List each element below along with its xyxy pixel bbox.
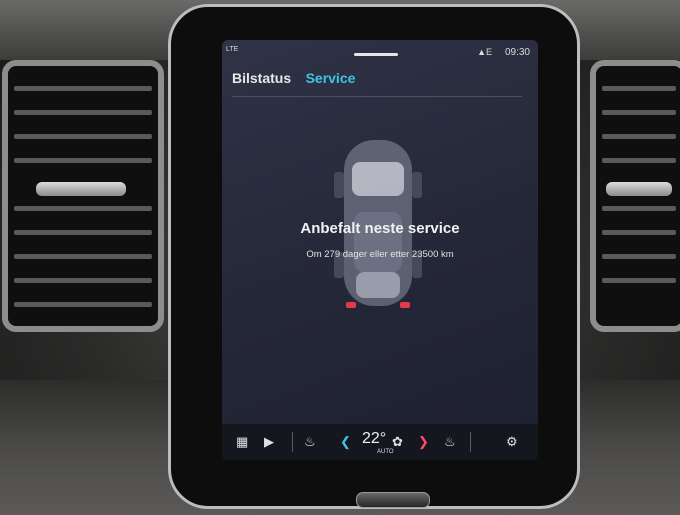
tab-divider: [232, 96, 522, 97]
home-button[interactable]: [356, 492, 430, 508]
tab-service[interactable]: Service: [306, 70, 356, 86]
left-air-vent[interactable]: [2, 60, 164, 332]
settings-gear-icon[interactable]: ⚙: [506, 434, 518, 450]
temp-down-arrow-icon[interactable]: ❮: [340, 434, 351, 450]
tab-bilstatus[interactable]: Bilstatus: [232, 70, 291, 86]
infotainment-screen: LTE ▲E 09:30 Bilstatus Service Anbefalt …: [222, 40, 538, 460]
climate-mode: AUTO: [377, 449, 394, 455]
clock: 09:30: [504, 47, 530, 58]
tab-bar: Bilstatus Service: [232, 70, 365, 92]
pull-down-handle[interactable]: [354, 53, 398, 56]
fan-icon[interactable]: ✿: [392, 434, 403, 450]
service-detail: Om 279 dager eller etter 23500 km: [306, 249, 454, 260]
right-air-vent[interactable]: [590, 60, 680, 332]
seat-heat-left-icon[interactable]: ♨: [304, 434, 316, 450]
status-bar: LTE ▲E 09:30: [222, 40, 538, 62]
service-headline: Anbefalt neste service: [300, 220, 460, 237]
temp-up-arrow-icon[interactable]: ❯: [418, 434, 429, 450]
network-indicator: LTE: [226, 46, 239, 53]
vent-knob[interactable]: [36, 182, 126, 196]
temperature-display[interactable]: 22°: [362, 430, 386, 448]
climate-bar: ▦ ▶ ♨ ❮ 22° ✿ AUTO ❯ ♨ ⚙: [222, 424, 538, 460]
vent-knob[interactable]: [606, 182, 672, 196]
camera-icon[interactable]: ▶: [264, 434, 274, 450]
bluetooth-icon: ▲E: [477, 47, 492, 57]
seat-heat-right-icon[interactable]: ♨: [444, 434, 456, 450]
home-grid-icon[interactable]: ▦: [236, 434, 248, 450]
